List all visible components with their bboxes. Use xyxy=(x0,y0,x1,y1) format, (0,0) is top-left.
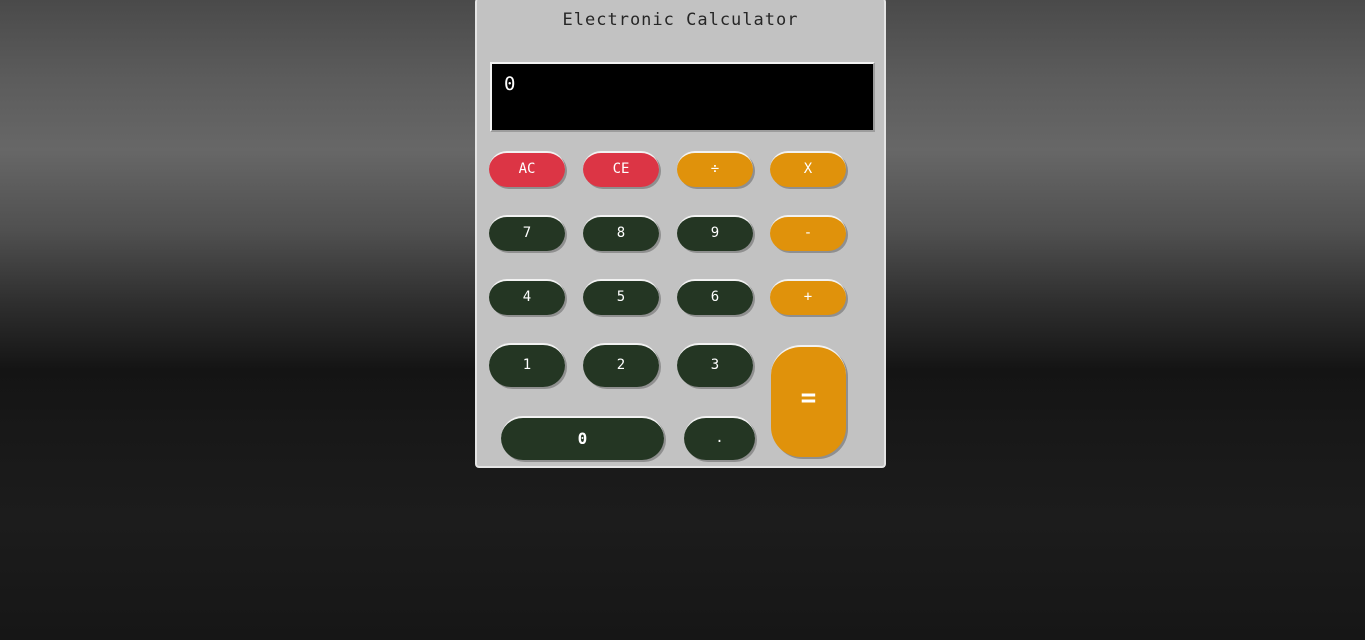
add-button[interactable]: + xyxy=(770,279,846,315)
digit-2-button[interactable]: 2 xyxy=(583,343,659,387)
equals-label: = xyxy=(800,383,817,413)
clear-entry-button[interactable]: CE xyxy=(583,151,659,187)
multiply-button[interactable]: X xyxy=(770,151,846,187)
digit-9-button[interactable]: 9 xyxy=(677,215,753,251)
digit-3-label: 3 xyxy=(710,357,720,373)
subtract-button[interactable]: - xyxy=(770,215,846,251)
digit-5-button[interactable]: 5 xyxy=(583,279,659,315)
all-clear-button[interactable]: AC xyxy=(489,151,565,187)
digit-0-label: 0 xyxy=(577,428,588,448)
divide-label: ÷ xyxy=(710,161,720,177)
calculator-panel: Electronic Calculator 0 AC CE ÷ X 7 8 9 … xyxy=(475,0,886,468)
digit-8-button[interactable]: 8 xyxy=(583,215,659,251)
digit-2-label: 2 xyxy=(616,357,626,373)
subtract-label: - xyxy=(803,225,813,241)
digit-8-label: 8 xyxy=(616,225,626,241)
decimal-point-label: . xyxy=(715,430,724,446)
digit-1-button[interactable]: 1 xyxy=(489,343,565,387)
calculator-title: Electronic Calculator xyxy=(562,10,799,30)
digit-4-label: 4 xyxy=(522,289,532,305)
calculator-display: 0 xyxy=(490,62,875,132)
multiply-label: X xyxy=(803,161,813,177)
digit-3-button[interactable]: 3 xyxy=(677,343,753,387)
digit-0-button[interactable]: 0 xyxy=(501,416,664,460)
add-label: + xyxy=(803,289,813,305)
clear-entry-label: CE xyxy=(612,161,630,177)
digit-9-label: 9 xyxy=(710,225,720,241)
digit-4-button[interactable]: 4 xyxy=(489,279,565,315)
digit-6-button[interactable]: 6 xyxy=(677,279,753,315)
digit-7-label: 7 xyxy=(522,225,532,241)
decimal-point-button[interactable]: . xyxy=(684,416,755,460)
digit-1-label: 1 xyxy=(522,357,532,373)
equals-button[interactable]: = xyxy=(771,345,846,457)
digit-6-label: 6 xyxy=(710,289,720,305)
digit-5-label: 5 xyxy=(616,289,626,305)
all-clear-label: AC xyxy=(518,161,536,177)
display-value: 0 xyxy=(504,73,516,95)
digit-7-button[interactable]: 7 xyxy=(489,215,565,251)
divide-button[interactable]: ÷ xyxy=(677,151,753,187)
